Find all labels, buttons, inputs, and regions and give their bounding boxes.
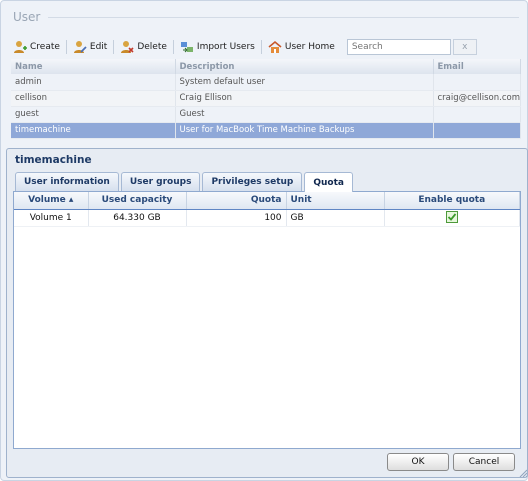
user-window-title: User xyxy=(13,10,41,24)
import-users-icon xyxy=(180,40,194,54)
quota-value-cell[interactable]: 100 xyxy=(186,209,287,227)
enable-quota-cell xyxy=(384,209,520,227)
tab-user-information[interactable]: User information xyxy=(15,172,119,191)
edit-button[interactable]: Edit xyxy=(67,37,113,57)
column-header-enable-quota[interactable]: Enable quota xyxy=(384,192,520,210)
quota-table: Volume ▴ Used capacity Quota Unit Enable… xyxy=(14,192,520,227)
import-users-label: Import Users xyxy=(196,42,255,52)
create-label: Create xyxy=(30,42,60,52)
user-toolbar: Create Edit Delete Import Users User Hom… xyxy=(7,35,527,59)
user-table-header: Name Description Email xyxy=(11,59,521,74)
user-home-button[interactable]: User Home xyxy=(262,37,341,57)
ok-button[interactable]: OK xyxy=(387,453,449,471)
table-row[interactable]: admin System default user xyxy=(11,74,521,91)
table-row-selected[interactable]: timemachine User for MacBook Time Machin… xyxy=(11,122,521,139)
user-name-cell: admin xyxy=(11,74,176,91)
column-header-description[interactable]: Description xyxy=(175,59,434,74)
home-icon xyxy=(268,40,282,54)
search-input[interactable] xyxy=(346,39,451,55)
column-header-email[interactable]: Email xyxy=(433,59,521,74)
column-header-used-capacity[interactable]: Used capacity xyxy=(88,192,187,210)
volume-cell: Volume 1 xyxy=(14,209,89,227)
column-header-volume[interactable]: Volume ▴ xyxy=(14,192,89,210)
user-email-cell: craig@cellison.com xyxy=(433,90,521,107)
user-description-cell: User for MacBook Time Machine Backups xyxy=(175,122,434,139)
unit-cell[interactable]: GB xyxy=(286,209,385,227)
user-email-cell xyxy=(433,122,521,139)
user-description-cell: Craig Ellison xyxy=(175,90,434,107)
column-header-name[interactable]: Name xyxy=(11,59,176,74)
edit-label: Edit xyxy=(89,42,108,52)
user-email-cell xyxy=(433,106,521,123)
quota-panel: Volume ▴ Used capacity Quota Unit Enable… xyxy=(13,192,521,449)
user-delete-icon xyxy=(120,40,134,54)
user-description-cell: System default user xyxy=(175,74,434,91)
user-name-cell: timemachine xyxy=(11,122,176,139)
user-table: Name Description Email admin System defa… xyxy=(11,59,521,139)
column-header-unit[interactable]: Unit xyxy=(286,192,385,210)
resize-grip-icon[interactable] xyxy=(519,469,527,477)
title-divider xyxy=(48,16,519,18)
used-capacity-cell: 64.330 GB xyxy=(88,209,187,227)
user-description-cell: Guest xyxy=(175,106,434,123)
quota-table-header: Volume ▴ Used capacity Quota Unit Enable… xyxy=(14,192,520,210)
clear-search-button[interactable]: x xyxy=(452,39,477,55)
user-settings-dialog: timemachine User information User groups… xyxy=(6,148,528,478)
table-row[interactable]: cellison Craig Ellison craig@cellison.co… xyxy=(11,90,521,107)
dialog-tabs: User information User groups Privileges … xyxy=(13,172,521,192)
user-name-cell: guest xyxy=(11,106,176,123)
tab-privileges-setup[interactable]: Privileges setup xyxy=(202,172,303,191)
user-window-titlebar: User xyxy=(1,1,527,33)
user-email-cell xyxy=(433,74,521,91)
user-name-cell: cellison xyxy=(11,90,176,107)
table-row[interactable]: guest Guest xyxy=(11,106,521,123)
tab-quota[interactable]: Quota xyxy=(304,172,353,192)
delete-button[interactable]: Delete xyxy=(114,37,173,57)
cancel-button[interactable]: Cancel xyxy=(453,453,515,471)
create-button[interactable]: Create xyxy=(7,37,66,57)
tab-user-groups[interactable]: User groups xyxy=(120,172,201,191)
user-create-icon xyxy=(13,40,27,54)
checkbox-checked-icon xyxy=(447,212,456,221)
table-row[interactable]: Volume 1 64.330 GB 100 GB xyxy=(14,209,520,227)
user-edit-icon xyxy=(73,40,87,54)
delete-label: Delete xyxy=(137,42,167,52)
dialog-title: timemachine xyxy=(15,154,92,166)
column-header-quota[interactable]: Quota xyxy=(186,192,287,210)
import-users-button[interactable]: Import Users xyxy=(174,37,261,57)
enable-quota-checkbox[interactable] xyxy=(445,210,458,223)
user-home-label: User Home xyxy=(284,42,335,52)
